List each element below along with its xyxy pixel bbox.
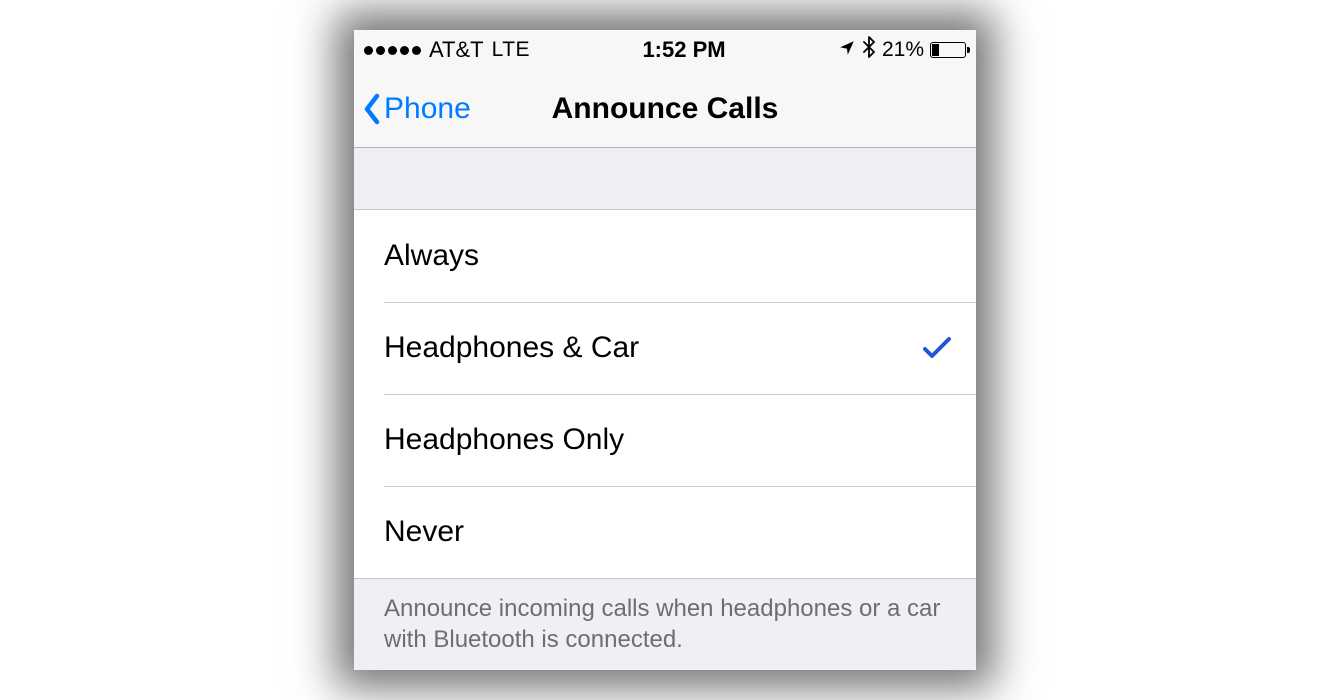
footer-description: Announce incoming calls when headphones … — [354, 579, 976, 670]
option-label: Headphones Only — [384, 423, 624, 457]
nav-bar: Phone Announce Calls — [354, 70, 976, 148]
back-button[interactable]: Phone — [362, 92, 471, 126]
network-type-label: LTE — [492, 38, 530, 62]
checkmark-icon — [922, 335, 948, 361]
option-never[interactable]: Never — [354, 486, 976, 578]
option-label: Headphones & Car — [384, 331, 639, 365]
status-bar: AT&T LTE 1:52 PM 21% — [354, 30, 976, 70]
group-spacer — [354, 148, 976, 210]
clock-label: 1:52 PM — [642, 37, 725, 63]
option-label: Never — [384, 515, 464, 549]
status-right: 21% — [838, 36, 966, 64]
option-label: Always — [384, 239, 479, 273]
bluetooth-icon — [862, 36, 876, 64]
option-headphones-car[interactable]: Headphones & Car — [354, 302, 976, 394]
back-label: Phone — [384, 92, 471, 126]
settings-screen: AT&T LTE 1:52 PM 21% — [354, 30, 976, 670]
options-list: Always Headphones & Car Headphones Only … — [354, 210, 976, 579]
battery-percent-label: 21% — [882, 38, 924, 62]
carrier-label: AT&T — [429, 37, 484, 63]
location-icon — [838, 37, 856, 63]
chevron-left-icon — [362, 92, 382, 126]
signal-strength-icon — [364, 46, 421, 55]
status-left: AT&T LTE — [364, 37, 530, 63]
battery-icon — [930, 42, 966, 58]
option-always[interactable]: Always — [354, 210, 976, 302]
option-headphones-only[interactable]: Headphones Only — [354, 394, 976, 486]
